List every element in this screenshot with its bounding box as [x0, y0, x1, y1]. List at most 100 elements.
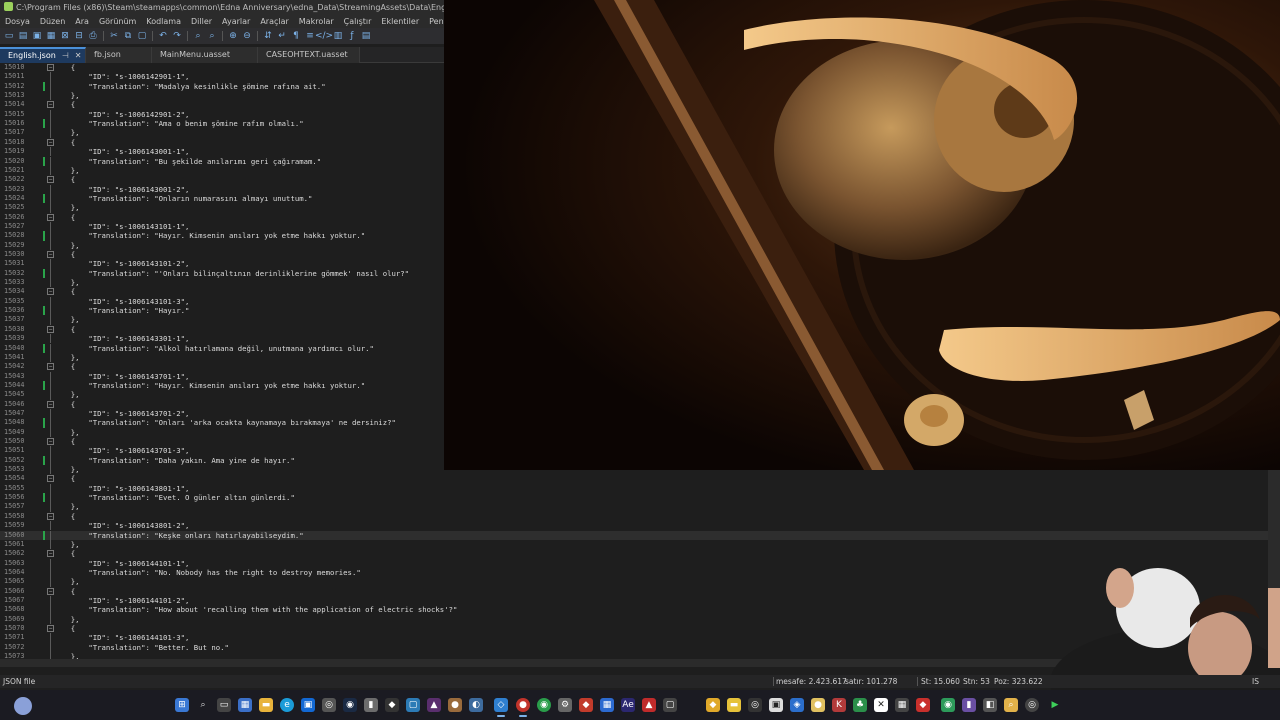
app-icon-3[interactable]: ▢: [406, 698, 420, 712]
search-icon[interactable]: ⌕: [196, 698, 210, 712]
zoom-in-icon[interactable]: ⊕: [227, 30, 239, 42]
fold-toggle-icon[interactable]: −: [47, 64, 54, 71]
app-icon-23[interactable]: ◧: [983, 698, 997, 712]
start-icon[interactable]: ⊞: [175, 698, 189, 712]
copy-icon[interactable]: ⧉: [122, 30, 134, 42]
fold-toggle-icon[interactable]: −: [47, 438, 54, 445]
fold-toggle-icon[interactable]: −: [47, 101, 54, 109]
new-file-icon[interactable]: ▭: [3, 30, 15, 42]
show-all-chars-icon[interactable]: ¶: [290, 30, 302, 42]
language-icon[interactable]: </>: [315, 30, 333, 42]
settings-icon[interactable]: ⚙: [558, 698, 572, 712]
fold-toggle-icon[interactable]: −: [47, 213, 54, 221]
app-icon-7[interactable]: ▦: [600, 698, 614, 712]
menu-item[interactable]: Araçlar: [255, 15, 293, 28]
save-icon[interactable]: ▣: [31, 30, 43, 42]
code-line[interactable]: 15060 "Translation": "Keşke onları hatır…: [0, 530, 1268, 540]
app-icon-25[interactable]: ◎: [1025, 698, 1039, 712]
code-line[interactable]: 15058 − {: [0, 512, 1268, 521]
undo-icon[interactable]: ↶: [157, 30, 169, 42]
code-line[interactable]: 15056 "Translation": "Evet. O günler alt…: [0, 493, 1268, 503]
open-file-icon[interactable]: ▤: [17, 30, 29, 42]
app-icon-14[interactable]: ◈: [790, 698, 804, 712]
doc-map-icon[interactable]: ▥: [332, 30, 344, 42]
fold-toggle-icon[interactable]: −: [47, 475, 54, 483]
fold-toggle-icon[interactable]: −: [47, 325, 54, 333]
replace-icon[interactable]: ⌕: [206, 30, 218, 42]
zoom-out-icon[interactable]: ⊖: [241, 30, 253, 42]
menu-item[interactable]: Eklentiler: [376, 15, 424, 28]
app-icon[interactable]: ◎: [322, 698, 336, 712]
tab-1[interactable]: English.json ⊣ ✕: [0, 47, 86, 63]
menu-item[interactable]: Görünüm: [94, 15, 141, 28]
code-line[interactable]: 15057 },: [0, 502, 1268, 512]
find-icon[interactable]: ⌕: [192, 30, 204, 42]
folder-workspace-icon[interactable]: ▤: [360, 30, 372, 42]
fold-toggle-icon[interactable]: −: [47, 400, 54, 408]
app-icon-10[interactable]: ◆: [706, 698, 720, 712]
tab-4[interactable]: CASEOHTEXT.uasset: [258, 47, 360, 63]
app-icon-24[interactable]: ⌕: [1004, 698, 1018, 712]
menu-item[interactable]: Diller: [186, 15, 217, 28]
fold-toggle-icon[interactable]: −: [47, 550, 54, 558]
app-icon-16[interactable]: K: [832, 698, 846, 712]
code-line[interactable]: 15055 "ID": "s-1006143801-1",: [0, 483, 1268, 494]
redo-icon[interactable]: ↷: [171, 30, 183, 42]
app-icon-19[interactable]: ▦: [895, 698, 909, 712]
paste-icon[interactable]: ▢: [136, 30, 148, 42]
widgets-icon[interactable]: ▦: [238, 698, 252, 712]
sync-scroll-icon[interactable]: ⇵: [262, 30, 274, 42]
app-icon-12[interactable]: ◎: [748, 698, 762, 712]
app-icon-8[interactable]: ▲: [642, 698, 656, 712]
steam-icon[interactable]: ◉: [343, 698, 357, 712]
menu-item[interactable]: Ayarlar: [217, 15, 255, 28]
app-icon-13[interactable]: ▣: [769, 698, 783, 712]
game-icon[interactable]: ●: [448, 698, 462, 712]
fold-toggle-icon[interactable]: −: [47, 587, 54, 595]
code-line[interactable]: 15059 "ID": "s-1006143801-2",: [0, 521, 1268, 531]
record-icon[interactable]: ●: [516, 698, 530, 717]
app-icon-6[interactable]: ◆: [579, 698, 593, 712]
fold-toggle-icon[interactable]: −: [47, 288, 54, 296]
app-icon-11[interactable]: ▬: [727, 698, 741, 712]
close-all-icon[interactable]: ⊟: [73, 30, 85, 42]
fold-toggle-icon[interactable]: −: [47, 176, 54, 184]
app-icon-5[interactable]: ◐: [469, 698, 483, 712]
pin-icon[interactable]: ⊣: [62, 51, 69, 60]
app-icon-21[interactable]: ◉: [941, 698, 955, 712]
task-view-icon[interactable]: ▭: [217, 698, 231, 712]
tab-2[interactable]: fb.json: [86, 47, 152, 63]
word-wrap-icon[interactable]: ↵: [276, 30, 288, 42]
fold-toggle-icon[interactable]: −: [47, 251, 54, 258]
fold-toggle-icon[interactable]: −: [47, 512, 54, 520]
menu-item[interactable]: Çalıştır: [339, 15, 377, 28]
file-explorer-icon[interactable]: ▬: [259, 698, 273, 712]
save-all-icon[interactable]: ▦: [45, 30, 57, 42]
weather-widget-icon[interactable]: [14, 697, 32, 715]
menu-item[interactable]: Düzen: [35, 15, 70, 28]
fold-toggle-icon[interactable]: −: [47, 363, 54, 371]
app-icon-18[interactable]: ✕: [874, 698, 888, 712]
app-icon-2[interactable]: ◆: [385, 698, 399, 712]
app-icon-17[interactable]: ♣: [853, 698, 867, 712]
app-icon-22[interactable]: ▮: [962, 698, 976, 712]
play-icon[interactable]: ▶: [1048, 698, 1062, 712]
print-icon[interactable]: ⎙: [87, 30, 99, 42]
app-icon-9[interactable]: ▢: [663, 698, 677, 712]
menu-item[interactable]: Makrolar: [294, 15, 339, 28]
menu-item[interactable]: Kodlama: [141, 15, 186, 28]
edge-icon[interactable]: e: [280, 698, 294, 712]
fold-toggle-icon[interactable]: −: [47, 625, 54, 632]
app-icon-20[interactable]: ◆: [916, 698, 930, 712]
menu-item[interactable]: Ara: [70, 15, 94, 28]
menu-item[interactable]: Dosya: [0, 15, 35, 28]
chrome-icon[interactable]: ◉: [537, 698, 551, 712]
app-icon-15[interactable]: ●: [811, 698, 825, 712]
cut-icon[interactable]: ✂: [108, 30, 120, 42]
function-list-icon[interactable]: ƒ: [346, 30, 358, 42]
app-icon-4[interactable]: ▲: [427, 698, 441, 712]
store-icon[interactable]: ▣: [301, 698, 315, 712]
close-file-icon[interactable]: ⊠: [59, 30, 71, 42]
code-line[interactable]: 15054 − {: [0, 474, 1268, 483]
tab-3[interactable]: MainMenu.uasset: [152, 47, 258, 63]
